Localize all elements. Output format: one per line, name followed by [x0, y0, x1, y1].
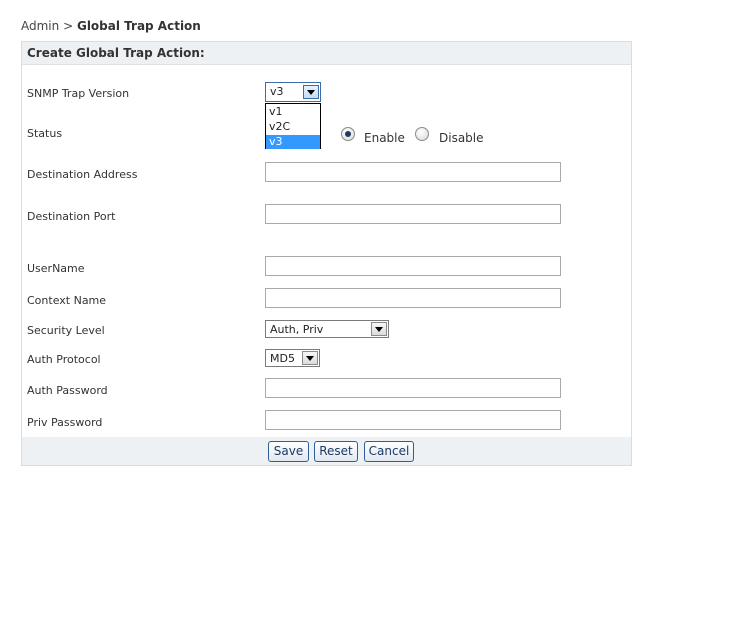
save-button[interactable]: Save: [268, 441, 309, 462]
destination-address-label: Destination Address: [27, 168, 138, 181]
status-disable-radio[interactable]: [415, 127, 429, 141]
status-label: Status: [27, 127, 63, 140]
username-field[interactable]: [265, 256, 561, 276]
dropdown-option-v1[interactable]: v1: [266, 105, 320, 119]
destination-port-label: Destination Port: [27, 210, 116, 223]
auth-protocol-select[interactable]: MD5: [265, 349, 320, 367]
reset-button[interactable]: Reset: [314, 441, 358, 462]
snmp-version-dropdown-list: v1 v2C v3: [265, 103, 321, 149]
security-level-value: Auth, Priv: [270, 323, 324, 336]
auth-password-label: Auth Password: [27, 384, 108, 397]
snmp-version-select[interactable]: v3: [265, 82, 321, 102]
chevron-down-icon[interactable]: [371, 322, 387, 336]
destination-address-field[interactable]: [265, 162, 561, 182]
destination-port-field[interactable]: [265, 204, 561, 224]
username-label: UserName: [27, 262, 85, 275]
panel-title: Create Global Trap Action:: [27, 46, 205, 60]
dropdown-option-v2c[interactable]: v2C: [266, 120, 320, 134]
chevron-down-icon[interactable]: [302, 351, 318, 365]
breadcrumb-separator: >: [63, 19, 74, 33]
auth-protocol-label: Auth Protocol: [27, 353, 101, 366]
snmp-version-value: v3: [270, 85, 284, 98]
status-enable-radio[interactable]: [341, 127, 355, 141]
priv-password-field[interactable]: [265, 410, 561, 430]
cancel-button[interactable]: Cancel: [364, 441, 414, 462]
snmp-version-label: SNMP Trap Version: [27, 87, 130, 100]
auth-protocol-value: MD5: [270, 352, 295, 365]
security-level-select[interactable]: Auth, Priv: [265, 320, 389, 338]
context-name-field[interactable]: [265, 288, 561, 308]
breadcrumb-root[interactable]: Admin: [21, 19, 59, 33]
chevron-down-icon[interactable]: [303, 85, 319, 99]
form-panel: [21, 41, 632, 466]
breadcrumb-current: Global Trap Action: [76, 19, 201, 33]
status-disable-label[interactable]: Disable: [439, 131, 484, 145]
priv-password-label: Priv Password: [27, 416, 103, 429]
dropdown-option-v3[interactable]: v3: [266, 135, 320, 149]
security-level-label: Security Level: [27, 324, 105, 337]
context-name-label: Context Name: [27, 294, 107, 307]
auth-password-field[interactable]: [265, 378, 561, 398]
breadcrumb: Admin > Global Trap Action: [21, 19, 201, 33]
status-enable-label[interactable]: Enable: [364, 131, 405, 145]
